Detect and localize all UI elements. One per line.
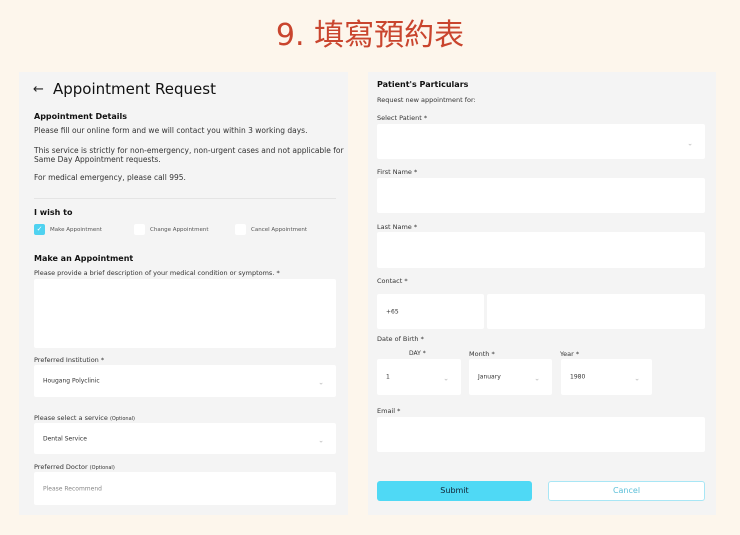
select-patient-dropdown[interactable]: ⌄ — [377, 124, 705, 159]
first-name-label: First Name * — [377, 168, 418, 176]
info-text: Please fill our online form and we will … — [34, 126, 308, 135]
institution-select[interactable]: Hougang Polyclinic ⌄ — [34, 365, 336, 397]
last-name-label: Last Name * — [377, 223, 418, 231]
month-select[interactable]: January ⌄ — [469, 359, 552, 395]
contact-label: Contact * — [377, 277, 408, 285]
checkbox-label: Make Appointment — [50, 226, 102, 233]
panel-header: Appointment Request — [53, 80, 216, 98]
contact-number-input[interactable] — [487, 294, 705, 329]
info-text: For medical emergency, please call 995. — [34, 173, 186, 182]
institution-label: Preferred Institution * — [34, 356, 105, 364]
label-text: Please select a service — [34, 414, 108, 422]
chevron-down-icon: ⌄ — [534, 374, 540, 383]
divider — [34, 198, 336, 199]
patient-panel: Patient's Particulars Request new appoin… — [368, 72, 716, 515]
make-heading: Make an Appointment — [34, 254, 134, 263]
check-icon: ✓ — [34, 224, 45, 235]
select-value: January — [478, 373, 501, 381]
checkbox-box — [235, 224, 246, 235]
month-label: Month * — [469, 350, 495, 358]
page-title: 9. 填寫預約表 — [275, 18, 465, 53]
select-patient-label: Select Patient * — [377, 114, 428, 122]
checkbox-box — [134, 224, 145, 235]
optional-tag: (Optional) — [109, 416, 135, 422]
checkbox-change[interactable]: Change Appointment — [134, 224, 208, 235]
checkbox-cancel[interactable]: Cancel Appointment — [235, 224, 307, 235]
select-value: Dental Service — [43, 435, 87, 442]
first-name-input[interactable] — [377, 178, 705, 213]
optional-tag: (Optional) — [89, 465, 115, 471]
year-label: Year * — [560, 350, 580, 358]
doctor-input[interactable]: Please Recommend — [34, 472, 336, 505]
description-textarea[interactable] — [34, 279, 336, 348]
patient-heading: Patient's Particulars — [377, 80, 469, 89]
back-arrow-icon[interactable]: ← — [33, 82, 44, 97]
checkbox-label: Change Appointment — [150, 226, 209, 233]
wish-heading: I wish to — [34, 208, 73, 217]
email-input[interactable] — [377, 417, 705, 452]
day-select[interactable]: 1 ⌄ — [377, 359, 461, 395]
placeholder: Please Recommend — [43, 485, 102, 492]
checkbox-label: Cancel Appointment — [251, 226, 308, 233]
service-select[interactable]: Dental Service ⌄ — [34, 423, 336, 454]
chevron-down-icon: ⌄ — [634, 374, 640, 383]
desc-label: Please provide a brief description of yo… — [34, 269, 280, 277]
chevron-down-icon: ⌄ — [318, 436, 324, 445]
select-value: Hougang Polyclinic — [43, 377, 100, 385]
year-select[interactable]: 1980 ⌄ — [561, 359, 652, 395]
chevron-down-icon: ⌄ — [443, 374, 449, 383]
service-label: Please select a service (Optional) — [34, 414, 135, 422]
submit-button[interactable]: Submit — [377, 481, 532, 501]
label-text: Preferred Doctor — [34, 463, 88, 471]
day-label: DAY * — [409, 350, 426, 357]
chevron-down-icon: ⌄ — [318, 378, 324, 387]
country-code-input[interactable]: +65 — [377, 294, 484, 329]
info-text: This service is strictly for non-emergen… — [34, 146, 344, 155]
details-heading: Appointment Details — [34, 112, 128, 121]
cancel-button[interactable]: Cancel — [548, 481, 705, 501]
email-label: Email * — [377, 407, 401, 415]
last-name-input[interactable] — [377, 232, 705, 268]
patient-subtext: Request new appointment for: — [377, 96, 476, 104]
select-value: 1980 — [570, 373, 586, 381]
country-code-value: +65 — [386, 308, 399, 315]
info-text: Same Day Appointment requests. — [34, 155, 161, 164]
doctor-label: Preferred Doctor (Optional) — [34, 463, 115, 471]
dob-label: Date of Birth * — [377, 335, 424, 343]
appointment-panel: ← Appointment Request Appointment Detail… — [19, 72, 348, 515]
select-value: 1 — [386, 373, 390, 381]
checkbox-make[interactable]: ✓ Make Appointment — [34, 224, 102, 235]
chevron-down-icon: ⌄ — [687, 139, 693, 148]
